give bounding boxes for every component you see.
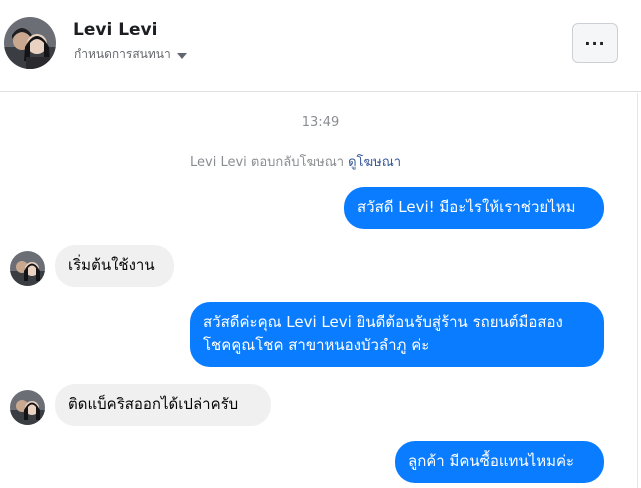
sender-avatar[interactable] <box>10 390 45 425</box>
messenger-window: Levi Levi กำหนดการสนทนา ··· 13:49 Levi L… <box>0 0 641 488</box>
message-bubble-outgoing[interactable]: สวัสดี Levi! มีอะไรให้เราช่วยไหม <box>344 187 604 229</box>
message-bubble-incoming[interactable]: เริ่มต้นใช้งาน <box>55 245 174 287</box>
conversation-settings-dropdown[interactable]: กำหนดการสนทนา <box>74 45 187 64</box>
conversation-settings-label: กำหนดการสนทนา <box>74 47 171 61</box>
sender-photo-icon <box>10 390 45 425</box>
caret-down-icon <box>176 52 187 59</box>
message-timestamp: 13:49 <box>301 115 340 130</box>
profile-photo-icon <box>4 17 56 69</box>
message-bubble-outgoing[interactable]: สวัสดีค่ะคุณ Levi Levi ยินดีต้อนรับสู่ร้… <box>190 302 604 367</box>
message-bubble-incoming[interactable]: ติดแบ็คริสออกได้เปล่าครับ <box>55 384 271 426</box>
sender-photo-icon <box>10 251 45 286</box>
view-ad-link[interactable]: ดูโฆษณา <box>348 155 401 170</box>
contact-name[interactable]: Levi Levi <box>73 20 157 40</box>
message-bubble-outgoing[interactable]: ลูกค้า มีคนซื้อแทนไหมค่ะ <box>395 441 604 483</box>
sender-avatar[interactable] <box>10 251 45 286</box>
ad-reply-text: Levi Levi ตอบกลับโฆษณา <box>190 155 345 170</box>
profile-avatar[interactable] <box>4 17 56 69</box>
more-options-button[interactable]: ··· <box>572 23 618 63</box>
scrollbar[interactable] <box>637 93 641 488</box>
ad-reply-note: Levi Levi ตอบกลับโฆษณา ดูโฆษณา <box>190 151 401 172</box>
conversation-header: Levi Levi กำหนดการสนทนา ··· <box>0 0 641 92</box>
